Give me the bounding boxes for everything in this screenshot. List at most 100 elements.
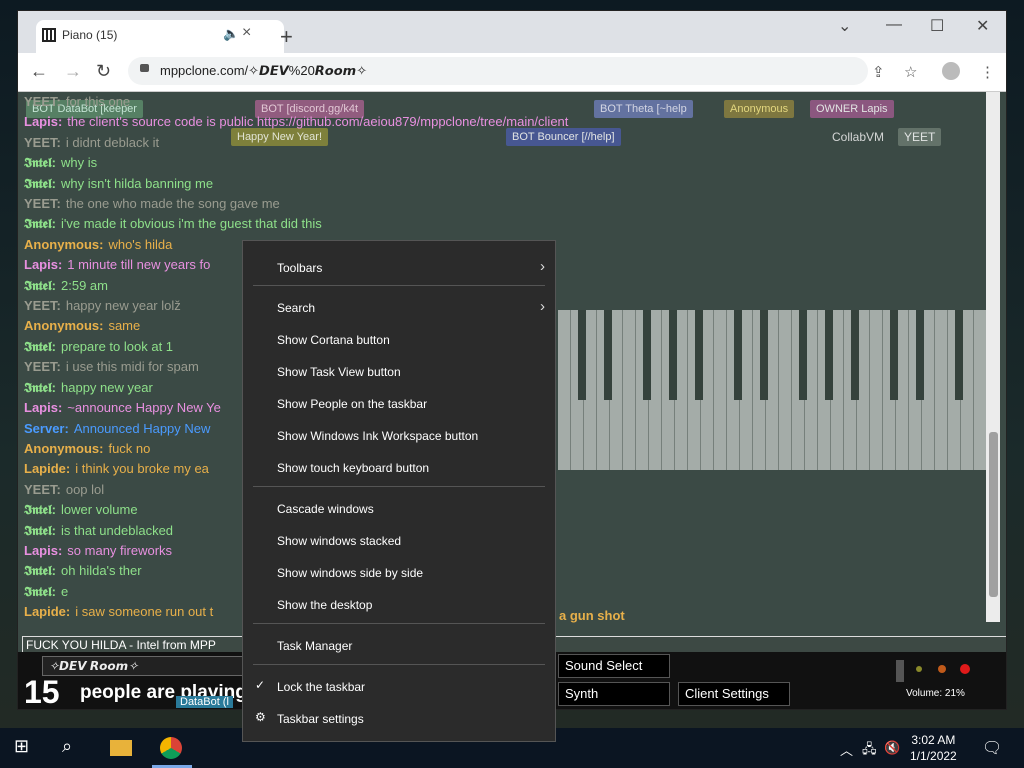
chat-text: ~announce Happy New Ye (67, 400, 221, 416)
chat-author[interactable]: 𝕴𝖓𝖙𝖊𝖑: (24, 176, 56, 191)
chat-author[interactable]: YEET: (24, 482, 61, 497)
menu-item[interactable]: Task Manager (243, 631, 555, 659)
new-tab-button[interactable]: + (280, 24, 293, 50)
tab-search-icon[interactable]: ⌄ (838, 16, 851, 36)
user-badge[interactable]: Anonymous (724, 100, 795, 118)
volume-muted-icon[interactable]: 🔇 (884, 740, 900, 756)
chat-message: 𝕴𝖓𝖙𝖊𝖑: why isn't hilda banning me (24, 174, 664, 194)
menu-item[interactable]: Show windows side by side (243, 558, 555, 586)
back-icon[interactable]: ← (30, 61, 48, 82)
synth-button[interactable]: Synth (558, 682, 670, 706)
bot-tag[interactable]: DataBot (l (176, 696, 233, 708)
user-badge[interactable]: CollabVM (826, 128, 890, 146)
menu-item[interactable]: Show touch keyboard button (243, 453, 555, 481)
menu-separator (253, 623, 545, 624)
menu-item[interactable]: ✓ Lock the taskbar (243, 672, 555, 700)
forward-icon[interactable]: → (64, 61, 82, 82)
chat-author[interactable]: YEET: (24, 298, 61, 313)
volume-slider[interactable] (896, 660, 904, 682)
status-light-icon (916, 666, 922, 672)
chat-author[interactable]: YEET: (24, 359, 61, 374)
chat-author[interactable]: 𝕴𝖓𝖙𝖊𝖑: (24, 155, 56, 170)
chevron-up-icon[interactable]: ︿ (840, 740, 853, 759)
network-icon[interactable]: 🖧 (862, 740, 877, 762)
menu-kebab-icon[interactable]: ⋮ (980, 63, 995, 81)
status-light-icon (938, 665, 946, 673)
menu-item[interactable]: Show Windows Ink Workspace button (243, 421, 555, 449)
menu-item[interactable]: Show People on the taskbar (243, 389, 555, 417)
chat-author[interactable]: 𝕴𝖓𝖙𝖊𝖑: (24, 584, 56, 599)
menu-item[interactable]: Show Cortana button (243, 325, 555, 353)
tab-close-icon[interactable]: × (242, 24, 251, 42)
chat-author[interactable]: 𝕴𝖓𝖙𝖊𝖑: (24, 278, 56, 293)
record-icon[interactable] (960, 664, 970, 674)
reload-icon[interactable]: ↻ (96, 61, 111, 82)
chevron-right-icon: › (540, 258, 545, 275)
chat-author[interactable]: Lapis: (24, 114, 62, 129)
chat-author[interactable]: 𝕴𝖓𝖙𝖊𝖑: (24, 339, 56, 354)
menu-item[interactable]: Show windows stacked (243, 526, 555, 554)
maximize-icon[interactable]: ☐ (930, 16, 944, 36)
chat-author[interactable]: Lapis: (24, 543, 62, 558)
chat-message: YEET: the one who made the song gave me (24, 194, 664, 214)
menu-item-label: Cascade windows (277, 502, 374, 516)
menu-item-label: Show People on the taskbar (277, 397, 428, 411)
profile-avatar-icon[interactable] (942, 62, 960, 80)
share-icon[interactable]: ⇪ (872, 63, 885, 81)
file-explorer-icon[interactable] (110, 740, 132, 756)
speaker-icon[interactable]: 🔈 (223, 26, 239, 42)
chat-author[interactable]: Anonymous: (24, 318, 103, 333)
menu-item[interactable]: Cascade windows (243, 494, 555, 522)
chat-author[interactable]: 𝕴𝖓𝖙𝖊𝖑: (24, 523, 56, 538)
menu-item[interactable]: Search › (243, 293, 555, 321)
menu-separator (253, 486, 545, 487)
menu-item[interactable]: ⚙ Taskbar settings (243, 704, 555, 732)
chat-author[interactable]: YEET: (24, 135, 61, 150)
user-badge[interactable]: OWNER Lapis (810, 100, 894, 118)
menu-item[interactable]: Toolbars › (243, 253, 555, 281)
menu-item[interactable]: Show Task View button (243, 357, 555, 385)
chat-text: 1 minute till new years fo (67, 257, 211, 273)
sound-select-button[interactable]: Sound Select (558, 654, 670, 678)
chat-author[interactable]: 𝕴𝖓𝖙𝖊𝖑: (24, 563, 56, 578)
chat-author[interactable]: Server: (24, 421, 69, 436)
chat-text: why isn't hilda banning me (61, 175, 214, 191)
minimize-icon[interactable]: — (886, 16, 902, 34)
clock[interactable]: 3:02 AM 1/1/2022 (910, 732, 957, 764)
scrollbar-thumb[interactable] (989, 432, 998, 597)
chat-author[interactable]: 𝕴𝖓𝖙𝖊𝖑: (24, 502, 56, 517)
user-badge[interactable]: YEET (898, 128, 942, 146)
menu-item-label: Task Manager (277, 639, 353, 653)
tab-piano[interactable]: Piano (15) 🔈 × (36, 20, 284, 53)
address-bar: ← → ↻ mppclone.com/✧𝘿𝙀𝙑%20𝙍𝙤𝙤𝙢✧ ⇪ ☆ ⋮ (18, 53, 1006, 92)
url-text[interactable]: mppclone.com/✧𝘿𝙀𝙑%20𝙍𝙤𝙤𝙢✧ (160, 63, 367, 79)
chat-text: i think you broke my ea (75, 461, 209, 477)
close-window-icon[interactable]: ✕ (976, 16, 989, 36)
menu-item-label: Toolbars (277, 261, 323, 275)
omnibox[interactable]: mppclone.com/✧𝘿𝙀𝙑%20𝙍𝙤𝙤𝙢✧ (128, 57, 868, 85)
chat-text: fuck no (108, 440, 151, 456)
chrome-icon[interactable] (160, 737, 182, 759)
client-settings-button[interactable]: Client Settings (678, 682, 790, 706)
chat-author[interactable]: YEET: (24, 196, 61, 211)
chat-text: Announced Happy New (73, 420, 211, 436)
date-text: 1/1/2022 (910, 749, 957, 763)
chat-author[interactable]: Anonymous: (24, 237, 103, 252)
chat-author[interactable]: YEET: (24, 94, 61, 109)
room-selector[interactable]: ✧𝘿𝙀𝙑 𝙍𝙤𝙤𝙢✧ (42, 656, 250, 676)
chat-author[interactable]: Lapis: (24, 257, 62, 272)
chat-author[interactable]: Anonymous: (24, 441, 103, 456)
menu-item-label: Show windows stacked (277, 534, 402, 548)
chat-author[interactable]: Lapide: (24, 604, 70, 619)
chat-author[interactable]: Lapis: (24, 400, 62, 415)
chat-author[interactable]: Lapide: (24, 461, 70, 476)
menu-item[interactable]: Show the desktop (243, 590, 555, 618)
chat-author[interactable]: 𝕴𝖓𝖙𝖊𝖑: (24, 380, 56, 395)
chat-author[interactable]: 𝕴𝖓𝖙𝖊𝖑: (24, 216, 56, 231)
chat-text: e (61, 583, 69, 599)
menu-item-label: Show Cortana button (277, 333, 390, 347)
windows-start-icon[interactable]: ⊞ (14, 736, 29, 757)
bookmark-star-icon[interactable]: ☆ (904, 63, 917, 81)
search-icon[interactable]: ⌕ (62, 736, 72, 757)
notifications-icon[interactable]: 🗨 (982, 738, 1002, 758)
